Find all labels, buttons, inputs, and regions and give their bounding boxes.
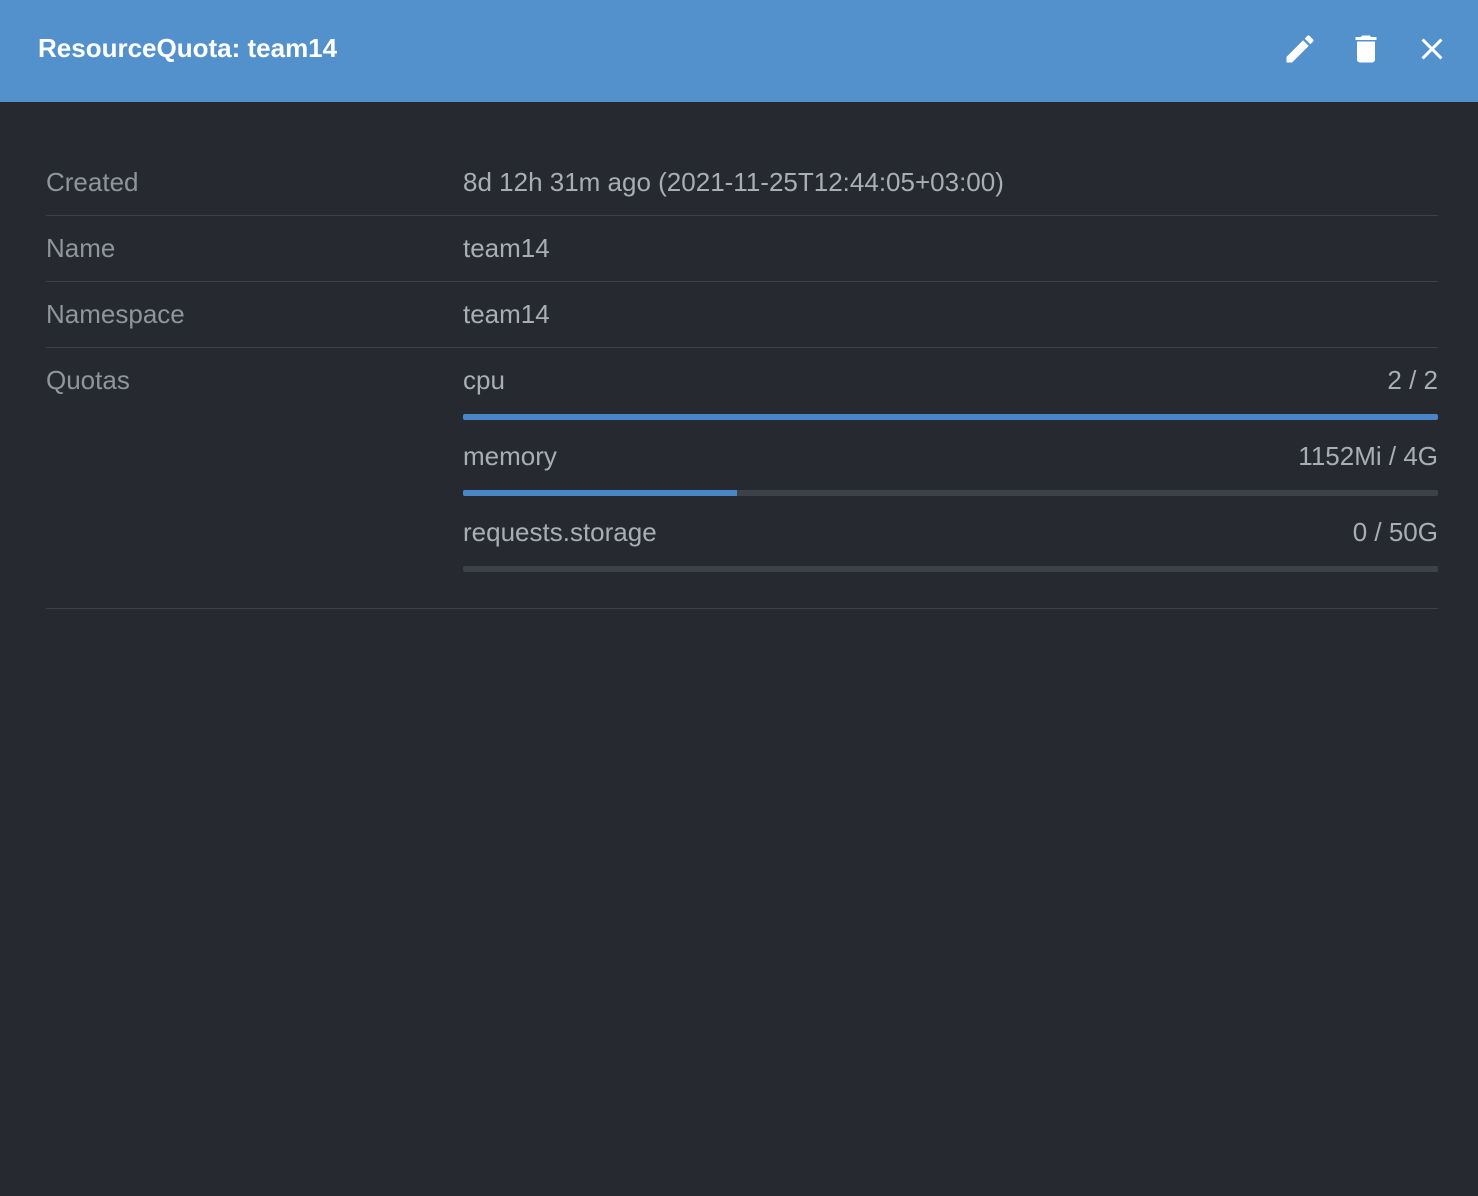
quota-usage: 2 / 2 — [1387, 365, 1438, 395]
trash-icon — [1355, 35, 1377, 63]
created-label: Created — [46, 167, 139, 197]
detail-row-quotas: Quotas cpu 2 / 2 memory 1152Mi / 4G requ… — [46, 348, 1438, 609]
quota-usage: 0 / 50G — [1352, 517, 1438, 547]
name-value: team14 — [463, 233, 550, 263]
quota-name: requests.storage — [463, 517, 657, 547]
quota-list: cpu 2 / 2 memory 1152Mi / 4G requests.st… — [463, 348, 1438, 608]
edit-button[interactable] — [1276, 25, 1324, 73]
quota-item-cpu: cpu 2 / 2 — [463, 362, 1438, 438]
delete-button[interactable] — [1342, 25, 1390, 73]
close-button[interactable] — [1408, 25, 1456, 73]
quota-name: memory — [463, 441, 557, 471]
detail-row-created: Created 8d 12h 31m ago (2021-11-25T12:44… — [46, 150, 1438, 216]
quota-name: cpu — [463, 365, 505, 395]
namespace-value[interactable]: team14 — [463, 282, 1438, 347]
created-value: 8d 12h 31m ago (2021-11-25T12:44:05+03:0… — [463, 167, 1004, 197]
detail-row-namespace: Namespace team14 — [46, 282, 1438, 348]
detail-row-name: Name team14 — [46, 216, 1438, 282]
namespace-label: Namespace — [46, 299, 185, 329]
quota-progress-fill — [463, 414, 1438, 420]
drawer-title: ResourceQuota: team14 — [38, 33, 338, 63]
quota-progress-fill — [463, 490, 737, 496]
quotas-label: Quotas — [46, 365, 130, 395]
drawer-header: ResourceQuota: team14 — [0, 0, 1478, 102]
pencil-icon — [1286, 35, 1314, 63]
details-panel: Created 8d 12h 31m ago (2021-11-25T12:44… — [46, 150, 1438, 609]
quota-usage: 1152Mi / 4G — [1298, 441, 1438, 471]
quota-item-memory: memory 1152Mi / 4G — [463, 438, 1438, 514]
quota-progress-bar — [463, 490, 1438, 496]
header-actions — [1258, 25, 1456, 73]
close-icon — [1421, 38, 1443, 60]
quota-progress-bar — [463, 566, 1438, 572]
name-label: Name — [46, 233, 116, 263]
quota-progress-bar — [463, 414, 1438, 420]
quota-item-requests-storage: requests.storage 0 / 50G — [463, 514, 1438, 590]
